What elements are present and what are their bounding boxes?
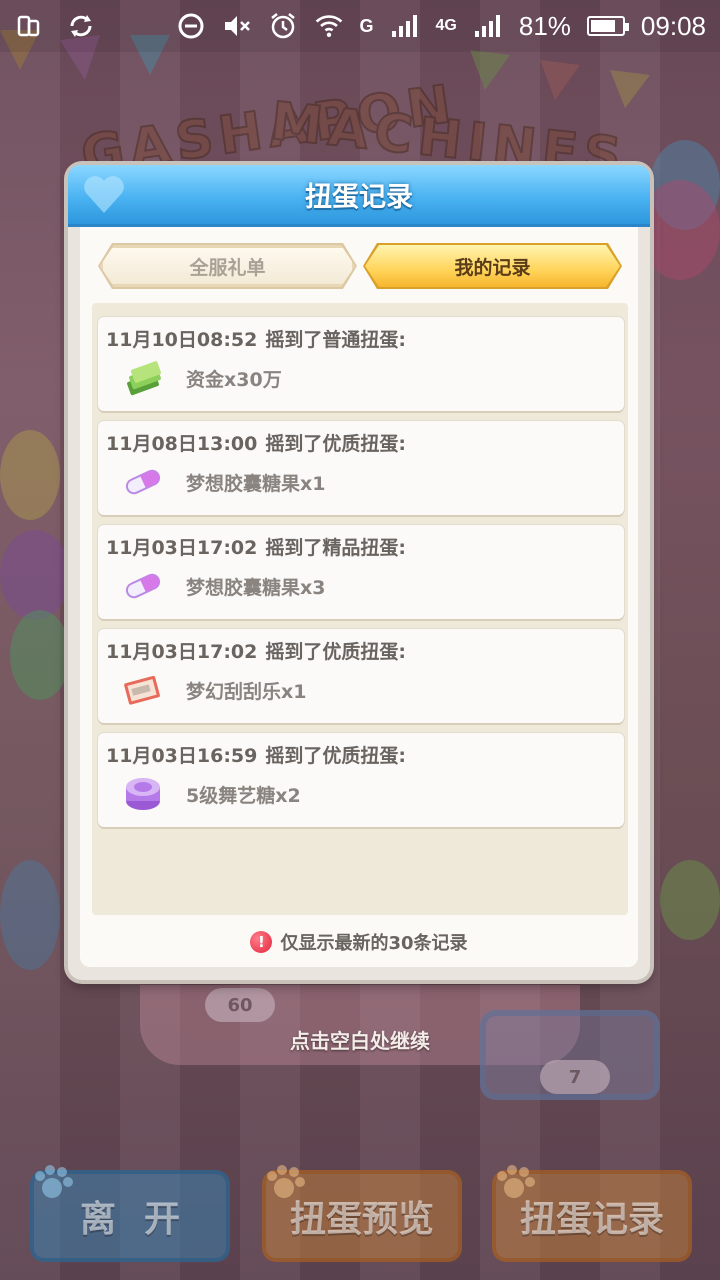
scratch-ticket-icon xyxy=(124,675,160,705)
dialog-header: 扭蛋记录 xyxy=(68,165,650,227)
battery-icon xyxy=(586,16,629,36)
leave-button[interactable]: 离开 xyxy=(30,1165,230,1262)
balloon-decoration xyxy=(0,430,60,520)
gacha-preview-label: 扭蛋预览 xyxy=(289,1199,434,1240)
tab-my-records-wrapper: 我的记录 xyxy=(363,243,622,289)
dialog-body: 全服礼单 我的记录 11月10日08:52 摇到了普通扭蛋: 资金x30万 11… xyxy=(80,227,638,967)
balloon-decoration xyxy=(10,610,70,700)
dance-candy-icon xyxy=(126,778,160,810)
balloon-decoration xyxy=(640,180,720,280)
list-item: 11月03日17:02 摇到了精品扭蛋: 梦想胶囊糖果x3 xyxy=(98,525,624,619)
record-header: 11月03日16:59 摇到了优质扭蛋: xyxy=(106,741,406,768)
capsule-candy-icon xyxy=(125,469,161,495)
notice-text: 仅显示最新的30条记录 xyxy=(280,933,468,954)
network-type-4g: 4G xyxy=(435,17,457,34)
record-action: 摇到了普通扭蛋: xyxy=(265,329,406,351)
record-time: 11月08日13:00 xyxy=(106,433,258,455)
record-time: 11月03日17:02 xyxy=(106,537,258,559)
record-action: 摇到了优质扭蛋: xyxy=(265,641,406,663)
warning-icon: ! xyxy=(250,931,273,953)
battery-fill xyxy=(590,20,615,32)
dnd-icon xyxy=(176,11,206,41)
tab-my-records[interactable]: 我的记录 xyxy=(365,245,620,287)
record-time: 11月10日08:52 xyxy=(106,329,258,351)
list-item: 11月03日16:59 摇到了优质扭蛋: 5级舞艺糖x2 xyxy=(98,733,624,827)
gacha-record-button[interactable]: 扭蛋记录 xyxy=(492,1165,692,1262)
heart-icon xyxy=(84,176,124,213)
records-list[interactable]: 11月10日08:52 摇到了普通扭蛋: 资金x30万 11月08日13:00 摇到… xyxy=(92,303,628,915)
paw-icon xyxy=(497,1165,535,1198)
record-limit-notice: ! 仅显示最新的30条记录 xyxy=(80,927,638,957)
wifi-icon xyxy=(314,11,344,41)
clock: 09:08 xyxy=(640,10,706,41)
dialog-title: 扭蛋记录 xyxy=(305,182,413,213)
money-stack-icon xyxy=(127,361,161,396)
tap-to-continue-hint[interactable]: 点击空白处继续 xyxy=(0,1025,720,1054)
network-type-g: G xyxy=(359,15,374,36)
paw-icon xyxy=(267,1165,305,1198)
background-title: GASHAPON MACHINES xyxy=(70,40,670,190)
balloon-decoration xyxy=(0,860,60,970)
paw-icon xyxy=(35,1165,73,1198)
record-item: 5级舞艺糖x2 xyxy=(186,785,301,807)
gacha-preview-button[interactable]: 扭蛋预览 xyxy=(262,1165,462,1262)
balloon-decoration xyxy=(660,860,720,940)
list-item: 11月10日08:52 摇到了普通扭蛋: 资金x30万 xyxy=(98,317,624,411)
list-item: 11月03日17:02 摇到了优质扭蛋: 梦幻刮刮乐x1 xyxy=(98,629,624,723)
list-item: 11月08日13:00 摇到了优质扭蛋: 梦想胶囊糖果x1 xyxy=(98,421,624,515)
record-item: 梦幻刮刮乐x1 xyxy=(186,681,307,703)
signal-icon-2 xyxy=(473,11,503,41)
record-time: 11月03日17:02 xyxy=(106,641,258,663)
gacha-record-label: 扭蛋记录 xyxy=(519,1199,664,1240)
leave-button-label: 离开 xyxy=(79,1199,208,1240)
record-item: 梦想胶囊糖果x1 xyxy=(186,473,326,495)
record-action: 摇到了优质扭蛋: xyxy=(265,433,406,455)
record-header: 11月03日17:02 摇到了优质扭蛋: xyxy=(106,637,406,664)
sync-icon xyxy=(66,11,96,41)
status-bar: G 4G 81% 09:08 xyxy=(0,0,720,52)
record-header: 11月10日08:52 摇到了普通扭蛋: xyxy=(106,325,406,352)
record-action: 摇到了优质扭蛋: xyxy=(265,745,406,767)
signal-icon xyxy=(390,11,420,41)
record-header: 11月03日17:02 摇到了精品扭蛋: xyxy=(106,533,406,560)
record-item: 资金x30万 xyxy=(186,369,282,391)
machine-count-right: 7 xyxy=(540,1060,610,1094)
machine-count-left: 60 xyxy=(205,988,275,1022)
record-time: 11月03日16:59 xyxy=(106,745,258,767)
record-header: 11月08日13:00 摇到了优质扭蛋: xyxy=(106,429,406,456)
mute-icon xyxy=(222,11,252,41)
rotate-icon xyxy=(14,11,44,41)
gacha-record-dialog: 扭蛋记录 全服礼单 我的记录 11月10日08:52 摇到了普通扭蛋: 资金x30 xyxy=(68,165,650,980)
record-action: 摇到了精品扭蛋: xyxy=(265,537,406,559)
alarm-icon xyxy=(268,11,298,41)
record-item: 梦想胶囊糖果x3 xyxy=(186,577,326,599)
tab-server-gifts[interactable]: 全服礼单 xyxy=(100,245,355,287)
capsule-candy-icon xyxy=(125,573,161,599)
bottom-action-bar: 离开 扭蛋预览 扭蛋记录 xyxy=(0,1150,720,1280)
battery-percent: 81% xyxy=(518,10,571,41)
tab-server-gifts-wrapper: 全服礼单 xyxy=(98,243,357,289)
record-tabs: 全服礼单 我的记录 xyxy=(98,243,622,289)
balloon-decoration xyxy=(0,530,70,620)
